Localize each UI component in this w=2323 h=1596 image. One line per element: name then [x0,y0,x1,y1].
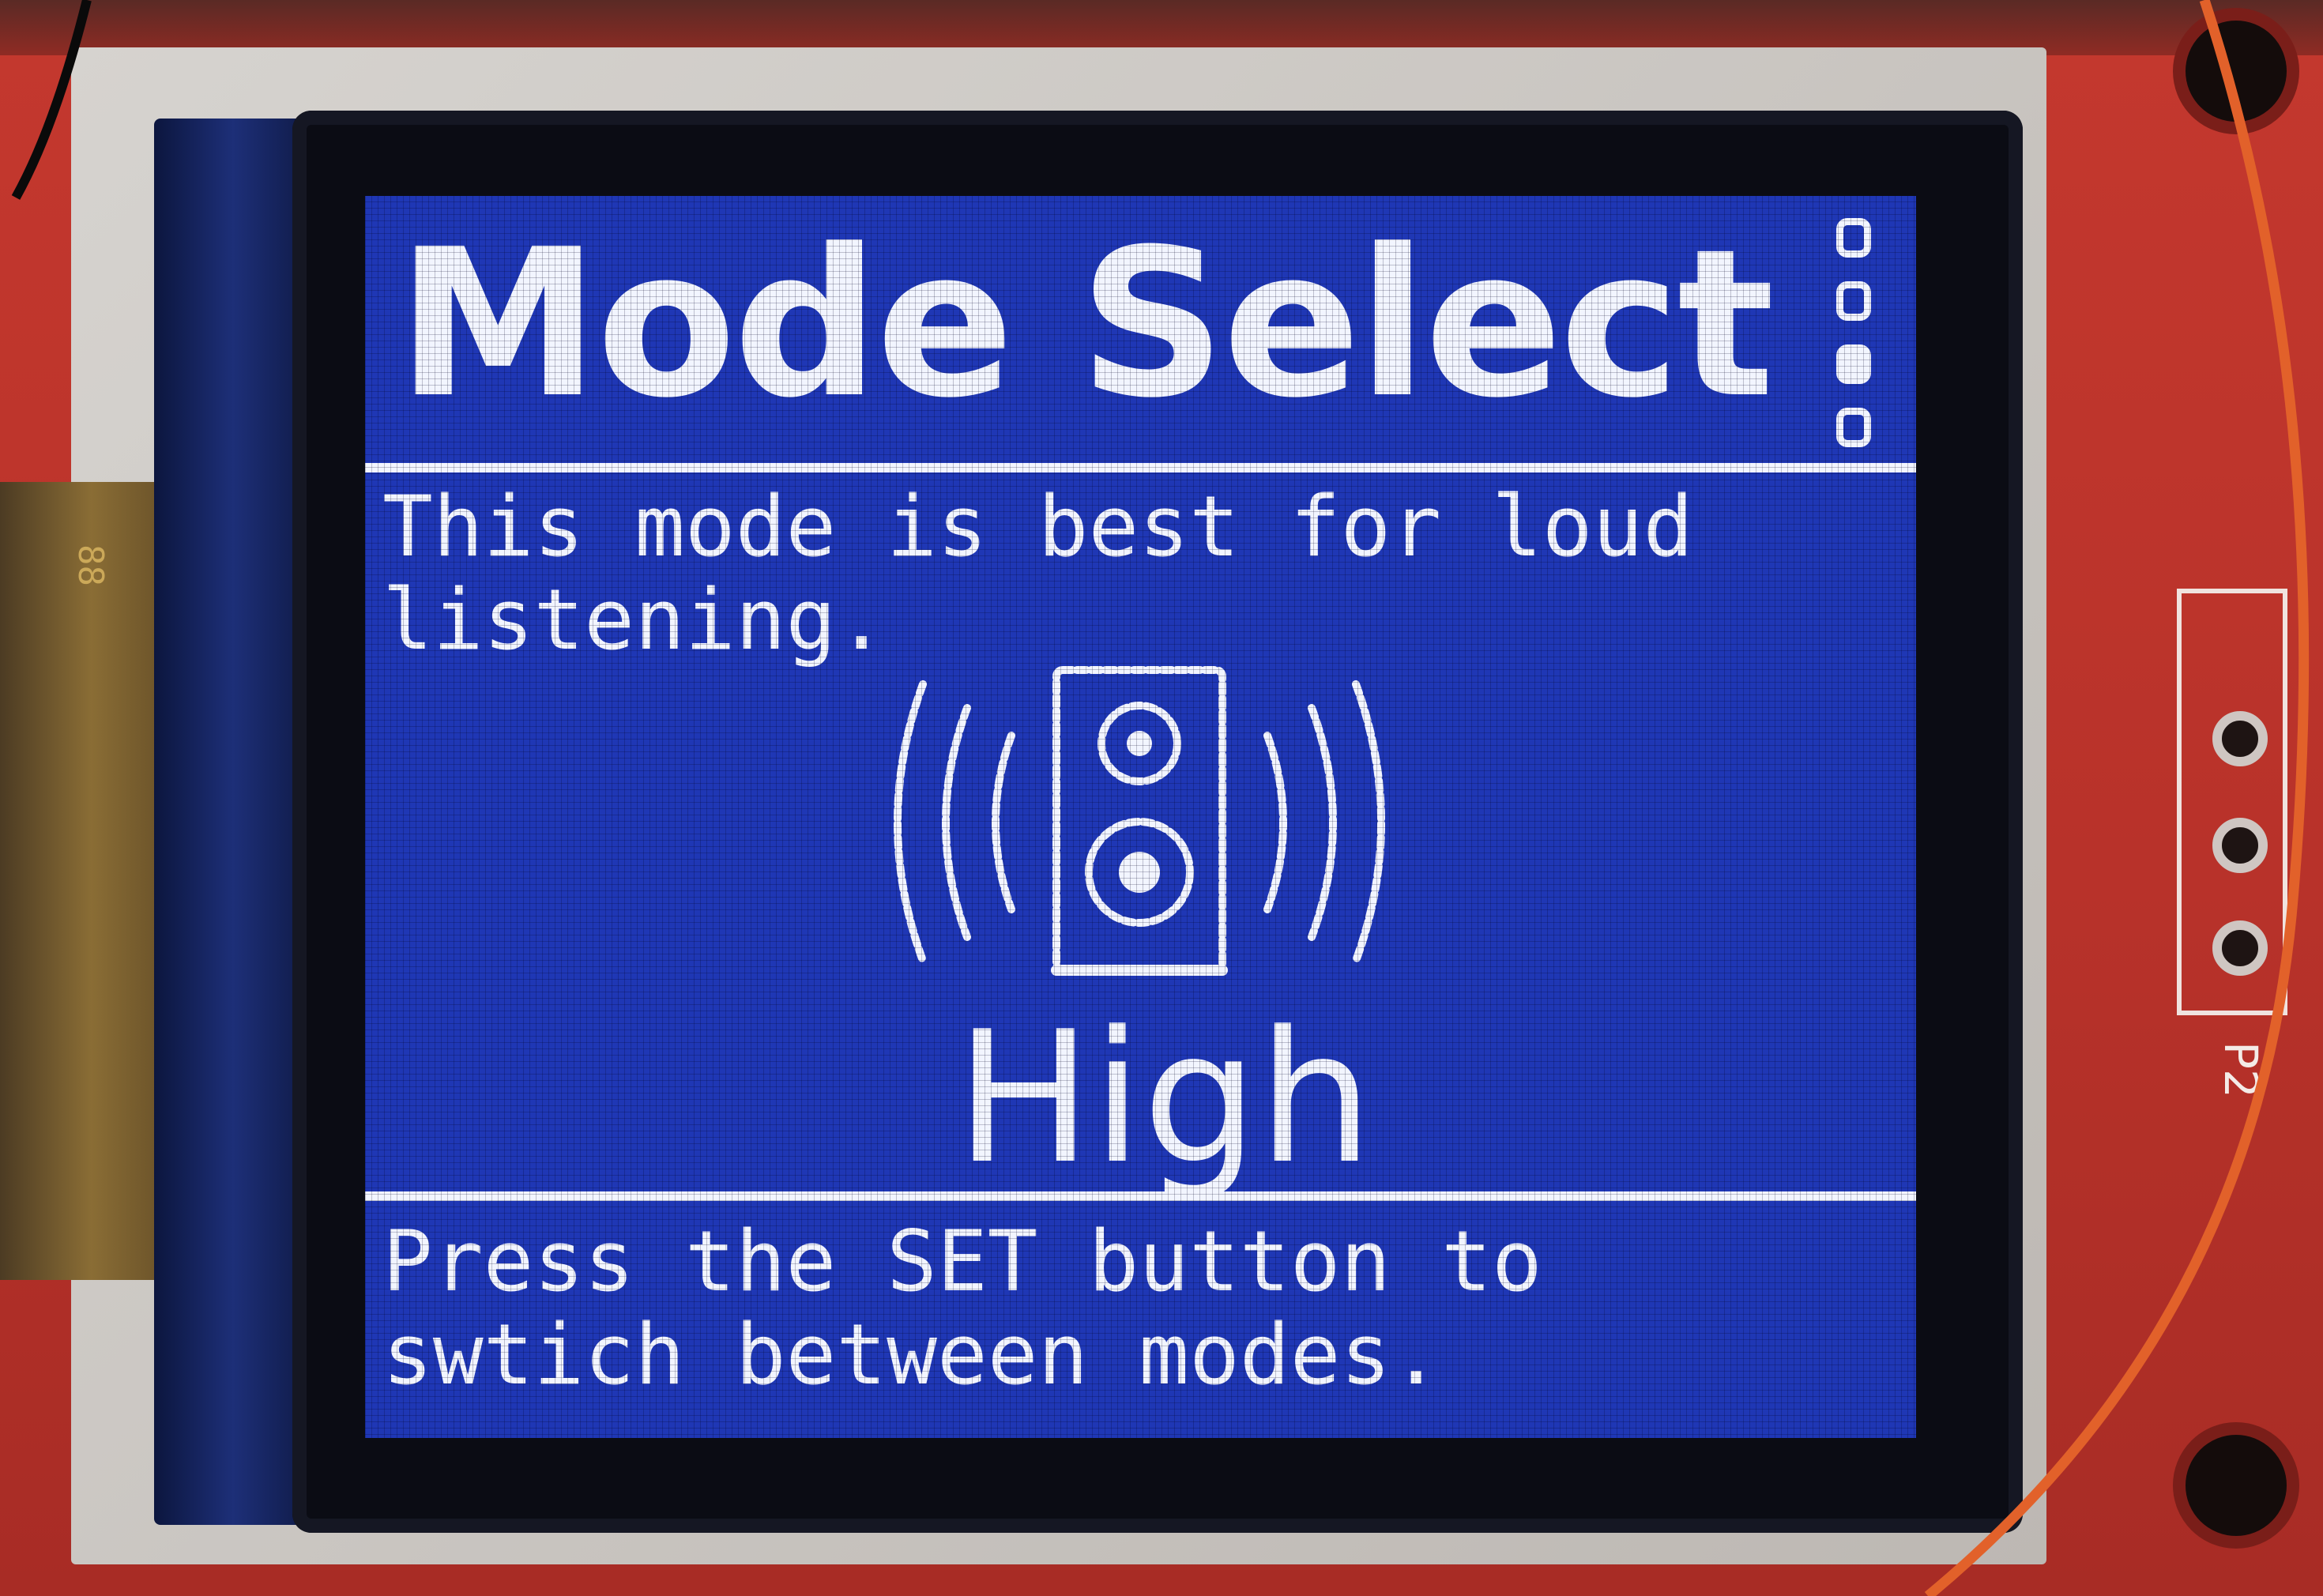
mount-hole-top-right [2173,8,2299,134]
page-title: Mode Select [397,205,1775,442]
sound-wave-left-outer [894,680,927,965]
page-indicator-dot-2 [1836,281,1871,321]
footer-divider [365,1191,1916,1201]
sound-wave-right-outer [1352,680,1385,965]
page-indicator-dot-3-active [1836,344,1871,384]
sound-wave-right-middle [1308,704,1337,941]
sound-wave-left-inner [992,732,1015,913]
mount-hole-bottom-right [2173,1422,2299,1549]
connector-label: P2 [2213,1041,2268,1098]
flex-cable-label: 88 [70,544,111,586]
lcd-screen: Mode Select This mode is best for loud l… [365,196,1916,1438]
tweeter-center [1127,731,1152,756]
page-indicator-dot-1 [1836,218,1871,258]
header-divider [365,463,1916,472]
instruction-text: Press the SET button to swtich between m… [382,1213,1542,1403]
speaker-sound-waves-icon [894,666,1385,976]
connector-pin-1 [2212,711,2268,766]
page-indicator [1836,218,1881,447]
mode-value: High [955,993,1373,1204]
sound-wave-left-middle [942,704,971,941]
device-photo: 88 Mode Select This mode is best for lou… [0,0,2323,1596]
connector-pin-2 [2212,818,2268,873]
flex-cable [0,482,166,1280]
connector-pin-3 [2212,920,2268,976]
page-indicator-dot-4 [1836,408,1871,447]
sound-wave-right-inner [1263,732,1287,913]
lcd-panel-edge [154,119,312,1525]
woofer-center [1119,852,1160,893]
mode-description: This mode is best for loud listening. [382,478,1694,668]
